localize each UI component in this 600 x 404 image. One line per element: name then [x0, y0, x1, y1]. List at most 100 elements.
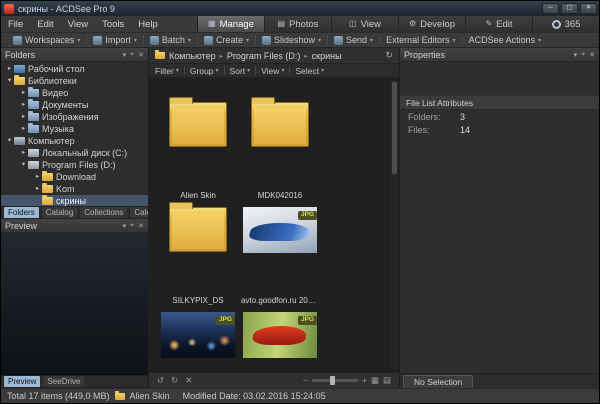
tab-catalog[interactable]: Catalog — [41, 206, 79, 218]
chevron-down-icon[interactable]: ▾ — [5, 138, 14, 145]
zoom-controls: − + ▦ ▤ — [303, 376, 391, 385]
file-item-night-city[interactable]: JPG — [159, 296, 237, 372]
tab-photos[interactable]: ▤ Photos — [264, 16, 331, 32]
chevron-right-icon[interactable]: ▸ — [19, 126, 28, 133]
breadcrumb-program-files-d[interactable]: Program Files (D:) — [227, 51, 301, 61]
panel-close-icon[interactable]: ✕ — [138, 222, 144, 230]
chevron-right-icon[interactable]: ▸ — [19, 114, 28, 121]
menu-help[interactable]: Help — [131, 19, 165, 30]
filter-label: Select — [295, 66, 319, 76]
chevron-down-icon[interactable]: ▾ — [19, 162, 28, 169]
pin-icon[interactable]: ⌖ — [130, 51, 134, 59]
filter-bar: Filter ▾ Group ▾ Sort ▾ View ▾ — [149, 64, 399, 78]
chevron-right-icon[interactable]: ▸ — [19, 90, 28, 97]
pin-icon[interactable]: ⌖ — [130, 222, 134, 230]
tab-365[interactable]: 365 — [532, 16, 599, 32]
grid-view-icon[interactable]: ▦ — [371, 376, 379, 385]
breadcrumb-skriny[interactable]: скрины — [312, 51, 342, 61]
titlebar[interactable]: скрины - ACDSee Pro 9 ─ ▢ ✕ — [1, 1, 599, 16]
zoom-slider-thumb[interactable] — [330, 376, 335, 385]
panel-menu-icon[interactable]: ▾ — [123, 222, 127, 230]
tab-folders[interactable]: Folders — [3, 206, 40, 218]
tree-item-program-files-d[interactable]: ▾ Program Files (D:) — [1, 159, 148, 171]
zoom-in-icon[interactable]: + — [362, 376, 367, 385]
tab-preview[interactable]: Preview — [3, 375, 41, 387]
view-dropdown[interactable]: View ▾ — [261, 66, 284, 76]
sort-dropdown[interactable]: Sort ▾ — [230, 66, 251, 76]
chevron-right-icon[interactable]: ▸ — [33, 174, 42, 181]
filter-dropdown[interactable]: Filter ▾ — [155, 66, 179, 76]
file-item-mdk042016[interactable]: MDK042016 — [241, 86, 319, 191]
tree-item-documents[interactable]: ▸ Документы — [1, 99, 148, 111]
tab-manage[interactable]: ▦ Manage — [197, 16, 264, 32]
preview-panel-header[interactable]: Preview ▾ ⌖ ✕ — [1, 219, 148, 233]
chevron-right-icon[interactable]: ▸ — [19, 102, 28, 109]
tree-item-music[interactable]: ▸ Музыка — [1, 123, 148, 135]
properties-panel-header[interactable]: Properties ▾ ⌖ ✕ — [400, 48, 599, 62]
panel-menu-icon[interactable]: ▾ — [123, 51, 127, 59]
panel-menu-icon[interactable]: ▾ — [574, 51, 578, 59]
select-dropdown[interactable]: Select ▾ — [295, 66, 324, 76]
menu-edit[interactable]: Edit — [30, 19, 60, 30]
file-item-alien-skin[interactable]: Alien Skin — [159, 86, 237, 191]
tree-item-local-disk-c[interactable]: ▸ Локальный диск (C:) — [1, 147, 148, 159]
zoom-out-icon[interactable]: − — [303, 376, 308, 385]
365-circle-icon — [552, 20, 561, 29]
maximize-button[interactable]: ▢ — [561, 3, 578, 14]
minimize-button[interactable]: ─ — [542, 3, 559, 14]
chevron-down-icon: ▾ — [134, 37, 137, 44]
toolbar-batch[interactable]: Batch ▾ — [144, 35, 197, 45]
tab-calendar[interactable]: Calendar — [129, 206, 148, 218]
file-item-silkypix[interactable]: SILKYPIX_DS — [159, 191, 237, 296]
toolbar-acdsee-actions[interactable]: ACDSee Actions ▾ — [463, 35, 548, 45]
tab-edit[interactable]: ✎ Edit — [465, 16, 532, 32]
folders-panel-header[interactable]: Folders ▾ ⌖ ✕ — [1, 48, 148, 62]
vertical-scrollbar[interactable] — [391, 80, 398, 370]
tab-collections[interactable]: Collections — [79, 206, 128, 218]
tab-view[interactable]: ◫ View — [331, 16, 398, 32]
detail-view-icon[interactable]: ▤ — [383, 376, 391, 385]
tree-item-desktop[interactable]: ▸ Рабочий стол — [1, 63, 148, 75]
toolbar-workspaces[interactable]: Workspaces ▾ — [7, 35, 86, 45]
chevron-down-icon[interactable]: ▾ — [5, 78, 14, 85]
panel-close-icon[interactable]: ✕ — [589, 51, 595, 59]
menu-file[interactable]: File — [1, 19, 30, 30]
main-toolbar: Workspaces ▾ Import ▾ Batch ▾ Create ▾ S… — [1, 33, 599, 48]
no-selection-tab[interactable]: No Selection — [403, 375, 473, 388]
refresh-icon[interactable]: ↻ — [385, 50, 393, 61]
tree-item-kom[interactable]: ▸ Kom — [1, 183, 148, 195]
panel-close-icon[interactable]: ✕ — [138, 51, 144, 59]
toolbar-create[interactable]: Create ▾ — [198, 35, 255, 45]
tree-item-download[interactable]: ▸ Download — [1, 171, 148, 183]
zoom-slider[interactable] — [312, 379, 358, 382]
delete-icon[interactable]: ✕ — [185, 376, 192, 385]
breadcrumb-computer[interactable]: Компьютер — [169, 51, 216, 61]
pin-icon[interactable]: ⌖ — [581, 51, 585, 59]
tree-item-libraries[interactable]: ▾ Библиотеки — [1, 75, 148, 87]
folder-icon — [42, 197, 53, 205]
toolbar-slideshow[interactable]: Slideshow ▾ — [256, 35, 327, 45]
tree-item-computer[interactable]: ▾ Компьютер — [1, 135, 148, 147]
chevron-right-icon[interactable]: ▸ — [19, 150, 28, 157]
close-button[interactable]: ✕ — [580, 3, 597, 14]
status-total: Total 17 items (449,0 MB) — [7, 391, 110, 401]
file-item-avto-goodfon[interactable]: JPG avto.goodfon.ru 2015-phiaro-p75-co..… — [241, 191, 319, 296]
properties-panel-title: Properties — [404, 50, 445, 60]
tree-item-skriny[interactable]: скрины — [1, 195, 148, 206]
tree-item-video[interactable]: ▸ Видео — [1, 87, 148, 99]
chevron-right-icon[interactable]: ▸ — [33, 186, 42, 193]
tab-seedrive[interactable]: SeeDrive — [42, 375, 85, 387]
scrollbar-thumb[interactable] — [392, 82, 397, 174]
tab-develop[interactable]: ⚙ Develop — [398, 16, 465, 32]
toolbar-external-editors[interactable]: External Editors ▾ — [380, 35, 462, 45]
tree-item-pictures[interactable]: ▸ Изображения — [1, 111, 148, 123]
chevron-right-icon[interactable]: ▸ — [5, 66, 14, 73]
toolbar-send[interactable]: Send ▾ — [328, 35, 379, 45]
rotate-right-icon[interactable]: ↻ — [171, 376, 178, 385]
group-dropdown[interactable]: Group ▾ — [190, 66, 219, 76]
menu-tools[interactable]: Tools — [95, 19, 131, 30]
menu-view[interactable]: View — [61, 19, 95, 30]
toolbar-import[interactable]: Import ▾ — [87, 35, 143, 45]
rotate-left-icon[interactable]: ↺ — [157, 376, 164, 385]
file-item-red-car[interactable]: JPG — [241, 296, 319, 372]
